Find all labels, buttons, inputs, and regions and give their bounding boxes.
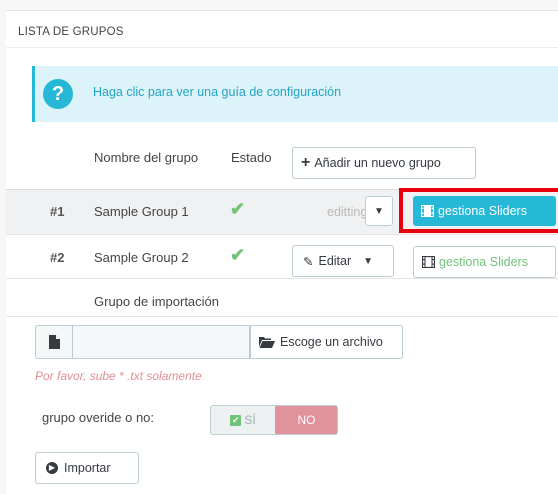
checkbox-icon: ✔	[230, 414, 242, 426]
choose-file-label: Escoge un archivo	[280, 335, 383, 349]
add-group-button[interactable]: + Añadir un nuevo grupo	[292, 147, 476, 179]
film-icon	[422, 256, 435, 268]
title-divider	[6, 47, 558, 48]
switch-yes-label: SÍ	[244, 413, 256, 427]
choose-file-button[interactable]: Escoge un archivo	[250, 325, 403, 359]
panel-title: LISTA DE GRUPOS	[18, 26, 124, 38]
file-addon	[35, 325, 73, 359]
arrow-circle-right-icon: ▶	[46, 462, 58, 474]
import-divider	[6, 316, 558, 317]
switch-no-label: NO	[297, 413, 316, 427]
import-group-label: Grupo de importación	[94, 294, 220, 309]
import-label: Importar	[64, 461, 111, 475]
groups-panel: LISTA DE GRUPOS ? Haga clic para ver una…	[6, 10, 558, 494]
check-icon[interactable]: ✔	[230, 199, 245, 220]
caret-down-icon: ▼	[374, 205, 384, 217]
edit-button-disabled: editting	[327, 205, 368, 219]
file-name-field[interactable]	[73, 325, 250, 359]
plus-icon: +	[301, 154, 311, 171]
row-id: #2	[50, 250, 65, 265]
column-header-status: Estado	[231, 150, 272, 165]
switch-no-option[interactable]: NO	[275, 406, 337, 434]
manage-sliders-button[interactable]: gestiona Sliders	[413, 246, 556, 278]
folder-open-icon	[259, 337, 275, 348]
question-icon: ?	[43, 79, 73, 109]
override-switch[interactable]: ✔ SÍ NO	[210, 405, 338, 435]
manage-sliders-label: gestiona Sliders	[439, 255, 528, 269]
row-name: Sample Group 2	[94, 250, 189, 265]
row-name: Sample Group 1	[94, 204, 189, 219]
row-id: #1	[50, 204, 65, 219]
config-guide-alert[interactable]: ? Haga clic para ver una guía de configu…	[32, 66, 558, 122]
file-hint: Por favor, sube * .txt solamente	[35, 369, 202, 383]
guide-link[interactable]: Haga clic para ver una guía de configura…	[93, 85, 341, 99]
import-button[interactable]: ▶ Importar	[35, 452, 139, 484]
highlight-box	[399, 188, 558, 233]
edit-dropdown-toggle[interactable]: ▼	[365, 196, 393, 226]
pencil-icon: ✎	[303, 254, 314, 269]
edit-label: Editar	[318, 254, 352, 268]
check-icon[interactable]: ✔	[230, 245, 245, 266]
row-divider	[6, 278, 558, 279]
switch-yes-option[interactable]: ✔ SÍ	[211, 406, 275, 434]
column-header-name: Nombre del grupo	[94, 150, 199, 165]
caret-down-icon: ▼	[363, 255, 374, 267]
edit-button[interactable]: ✎ Editar ▼	[292, 245, 394, 277]
add-group-label: Añadir un nuevo grupo	[314, 156, 441, 170]
override-label: grupo overide o no:	[42, 410, 155, 425]
file-icon	[48, 335, 60, 349]
